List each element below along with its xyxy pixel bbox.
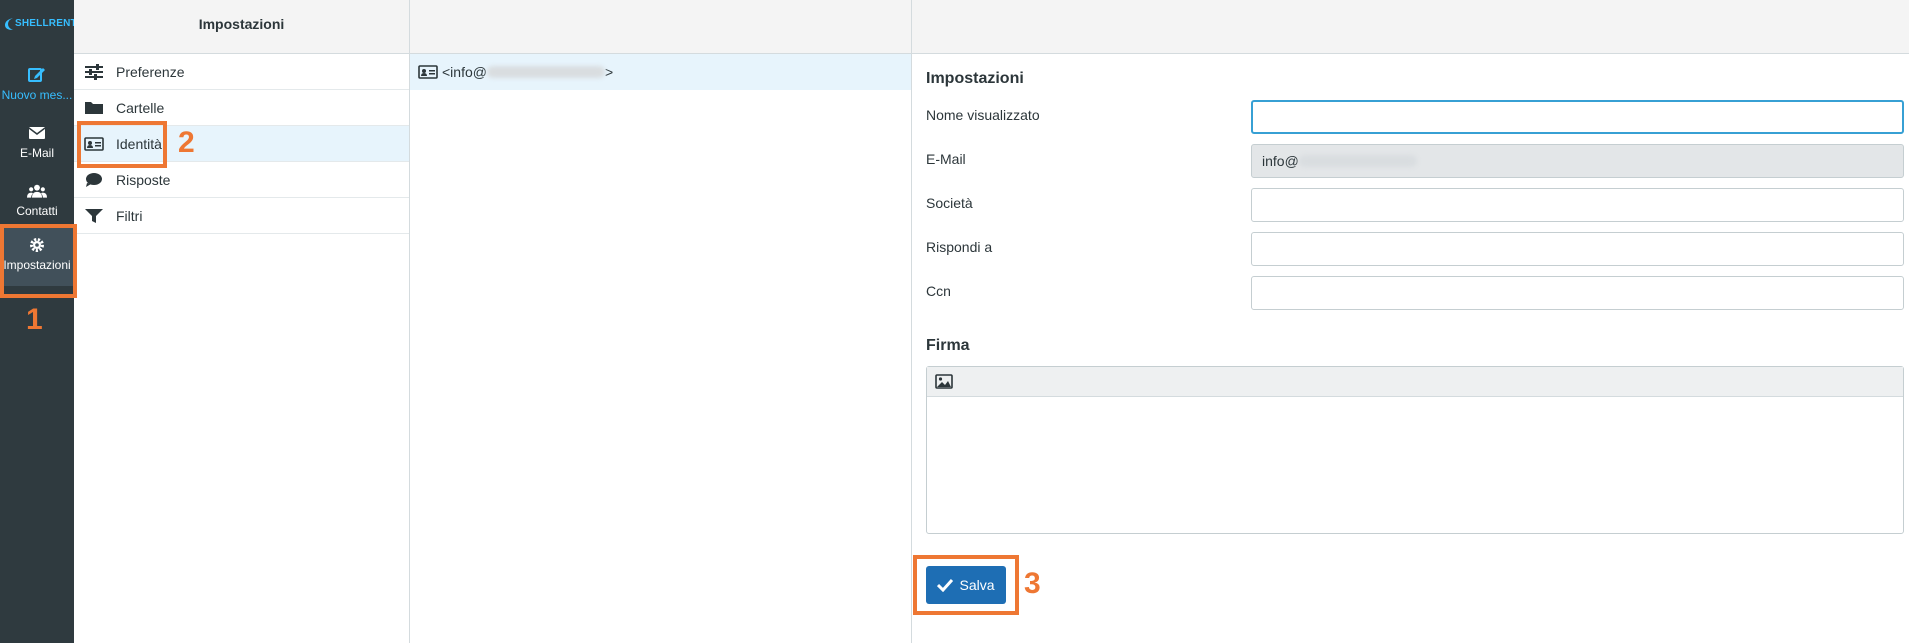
- annotation-box-identities: [77, 121, 167, 168]
- settings-item-preferences[interactable]: Preferenze: [74, 54, 409, 90]
- image-icon[interactable]: [935, 374, 953, 389]
- folder-icon: [85, 101, 103, 114]
- brand-logo[interactable]: SHELLRENT: [0, 14, 74, 36]
- logo-icon: [5, 18, 13, 30]
- envelope-icon: [28, 127, 46, 139]
- settings-item-label: Preferenze: [116, 63, 185, 80]
- redacted-text: [486, 66, 605, 78]
- settings-item-label: Filtri: [116, 207, 143, 224]
- filter-icon: [85, 208, 103, 223]
- name-label: Nome visualizzato: [926, 107, 1040, 123]
- annotation-number-1: 1: [26, 303, 43, 336]
- compose-icon: [28, 68, 45, 82]
- settings-section-list: Impostazioni Preferenze Cartelle Identit…: [74, 0, 410, 643]
- editor-toolbar: [927, 367, 1903, 397]
- nav-mail[interactable]: E-Mail: [0, 116, 74, 172]
- brand-name: SHELLRENT: [15, 18, 74, 29]
- settings-item-filters[interactable]: Filtri: [74, 198, 409, 234]
- annotation-number-3: 3: [1024, 567, 1041, 600]
- nav-mail-label: E-Mail: [19, 146, 54, 160]
- settings-list-header: Impostazioni: [74, 0, 409, 54]
- form-section-title: Impostazioni: [926, 70, 1024, 87]
- identity-email-suffix: >: [604, 64, 614, 80]
- annotation-box-save: [913, 555, 1019, 615]
- organization-label: Società: [926, 195, 973, 211]
- nav-compose-label: Nuovo mes...: [1, 88, 73, 102]
- name-field[interactable]: [1251, 100, 1904, 134]
- identity-email-prefix: <info@: [442, 64, 487, 80]
- identities-list: <info@ >: [410, 0, 912, 643]
- identities-header: [410, 0, 911, 54]
- annotation-box-settings: [0, 224, 77, 298]
- bcc-label: Ccn: [926, 283, 951, 299]
- nav-contacts-label: Contatti: [16, 204, 58, 218]
- email-label: E-Mail: [926, 151, 966, 167]
- settings-item-label: Risposte: [116, 171, 171, 188]
- users-icon: [27, 184, 47, 198]
- reply-to-label: Rispondi a: [926, 239, 993, 255]
- signature-editor[interactable]: [926, 366, 1904, 534]
- id-card-icon: [418, 65, 438, 79]
- signature-title: Firma: [926, 337, 970, 354]
- identity-form: Impostazioni Nome visualizzato E-Mail in…: [912, 0, 1909, 643]
- nav-compose[interactable]: Nuovo mes...: [0, 58, 74, 114]
- speech-bubble-icon: [86, 172, 102, 187]
- sliders-icon: [85, 63, 103, 80]
- bcc-field[interactable]: [1251, 276, 1904, 310]
- identity-row[interactable]: <info@ >: [410, 54, 911, 90]
- email-field: info@: [1251, 144, 1904, 178]
- settings-item-label: Cartelle: [116, 99, 165, 116]
- form-header: [912, 0, 1909, 54]
- nav-contacts[interactable]: Contatti: [0, 174, 74, 230]
- organization-field[interactable]: [1251, 188, 1904, 222]
- email-value: info@: [1262, 153, 1299, 169]
- redacted-text: [1298, 155, 1417, 167]
- annotation-number-2: 2: [178, 126, 195, 159]
- reply-to-field[interactable]: [1251, 232, 1904, 266]
